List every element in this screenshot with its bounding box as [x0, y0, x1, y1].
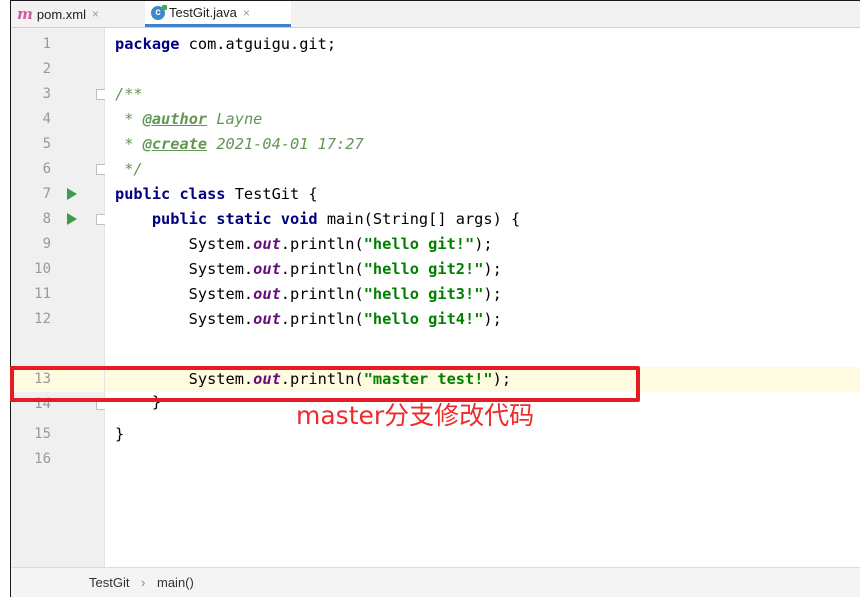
gutter-line: 16 [11, 447, 104, 472]
tab-label: TestGit.java [169, 5, 237, 20]
code-line-7: public class TestGit { [115, 182, 318, 207]
line-number-gutter: 1 2 3 4 5 6 7 8 9 10 11 12 13 14 15 16 [11, 28, 107, 568]
line-number: 7 [42, 186, 51, 202]
code-line-3: /** [115, 82, 143, 107]
code-line-11: System.out.println("hello git3!"); [115, 282, 502, 307]
gutter-line: 6 [11, 157, 107, 182]
code-line-5: * @create 2021-04-01 17:27 [115, 132, 364, 157]
line-number: 10 [34, 261, 51, 277]
gutter-line: 10 [11, 257, 104, 282]
string-literal: "hello git3!" [363, 285, 484, 303]
code-line-10: System.out.println("hello git2!"); [115, 257, 502, 282]
line-number: 1 [42, 36, 51, 52]
code-text: .println( [280, 235, 364, 253]
code-text: .println( [280, 310, 364, 328]
gutter-line: 12 [11, 307, 104, 332]
gutter-line: 3 [11, 82, 107, 107]
code-line-6: */ [115, 157, 143, 182]
field-ref: out [253, 310, 281, 328]
gutter-line: 8 [11, 207, 107, 232]
code-text: .println( [280, 260, 364, 278]
code-text: } [115, 425, 125, 443]
breadcrumb-method[interactable]: main() [157, 575, 194, 590]
doc-tag: @create [142, 135, 208, 153]
line-number: 8 [42, 211, 51, 227]
gutter-line: 4 [11, 107, 104, 132]
line-number: 15 [34, 426, 51, 442]
run-icon[interactable] [67, 188, 77, 200]
close-icon[interactable]: × [92, 7, 99, 21]
keyword: package [115, 35, 180, 53]
code-line-12: System.out.println("hello git4!"); [115, 307, 502, 332]
doc-comment: Layne [207, 110, 263, 128]
code-line-1: package com.atguigu.git; [115, 32, 336, 57]
breadcrumb-separator: › [141, 575, 146, 590]
tab-label: pom.xml [36, 6, 86, 22]
keyword: public static void [151, 210, 318, 228]
code-text: ); [474, 235, 493, 253]
gutter-line: 9 [11, 232, 104, 257]
gutter-line: 1 [11, 32, 104, 57]
doc-comment: * [115, 110, 143, 128]
field-ref: out [253, 285, 281, 303]
code-text: main(String[] args) { [317, 210, 521, 228]
string-literal: "hello git2!" [363, 260, 484, 278]
code-text: System. [115, 260, 254, 278]
string-literal: "hello git4!" [363, 310, 484, 328]
code-text: .println( [280, 285, 364, 303]
string-literal: "hello git!" [363, 235, 475, 253]
code-line-9: System.out.println("hello git!"); [115, 232, 493, 257]
line-number: 12 [34, 311, 51, 327]
code-text: System. [115, 285, 254, 303]
line-number: 2 [42, 61, 51, 77]
code-text: ); [483, 260, 502, 278]
field-ref: out [253, 235, 281, 253]
code-text: ); [483, 285, 502, 303]
maven-file-icon: m [17, 5, 33, 23]
line-number: 5 [42, 136, 51, 152]
doc-comment: 2021-04-01 17:27 [207, 135, 364, 153]
doc-comment: * [115, 135, 143, 153]
tab-testgit-java[interactable]: c TestGit.java × [145, 1, 291, 27]
code-text: ); [483, 310, 502, 328]
line-number: 3 [42, 86, 51, 102]
breadcrumb-class[interactable]: TestGit [89, 575, 129, 590]
line-number: 9 [42, 236, 51, 252]
code-text: System. [115, 235, 254, 253]
gutter-line: 7 [11, 182, 104, 207]
code-text: System. [115, 310, 254, 328]
gutter-line: 2 [11, 57, 104, 82]
code-text: TestGit { [225, 185, 318, 203]
doc-tag: @author [142, 110, 208, 128]
editor-tab-bar: m pom.xml × c TestGit.java × [11, 1, 860, 28]
keyword: public class [115, 185, 226, 203]
gutter-line: 11 [11, 282, 104, 307]
line-number: 6 [42, 161, 51, 177]
code-line-8: public static void main(String[] args) { [115, 207, 520, 232]
code-line-15: } [115, 422, 124, 447]
editor-window: m pom.xml × c TestGit.java × 1 2 3 4 5 6… [10, 0, 860, 597]
code-line-4: * @author Layne [115, 107, 262, 132]
tab-pom-xml[interactable]: m pom.xml × [15, 1, 143, 27]
field-ref: out [253, 260, 281, 278]
java-class-icon: c [151, 4, 167, 20]
breadcrumb-bar: TestGit › main() [11, 567, 860, 597]
line-number: 4 [42, 111, 51, 127]
gutter-line: 5 [11, 132, 104, 157]
run-icon[interactable] [67, 213, 77, 225]
close-icon[interactable]: × [243, 6, 250, 20]
gutter-line: 15 [11, 422, 104, 447]
code-text: com.atguigu.git; [179, 35, 337, 53]
doc-comment: */ [115, 160, 143, 178]
doc-comment: /** [115, 85, 143, 103]
line-number: 11 [34, 286, 51, 302]
annotation-label: master分支修改代码 [296, 401, 535, 430]
line-number: 16 [34, 451, 51, 467]
